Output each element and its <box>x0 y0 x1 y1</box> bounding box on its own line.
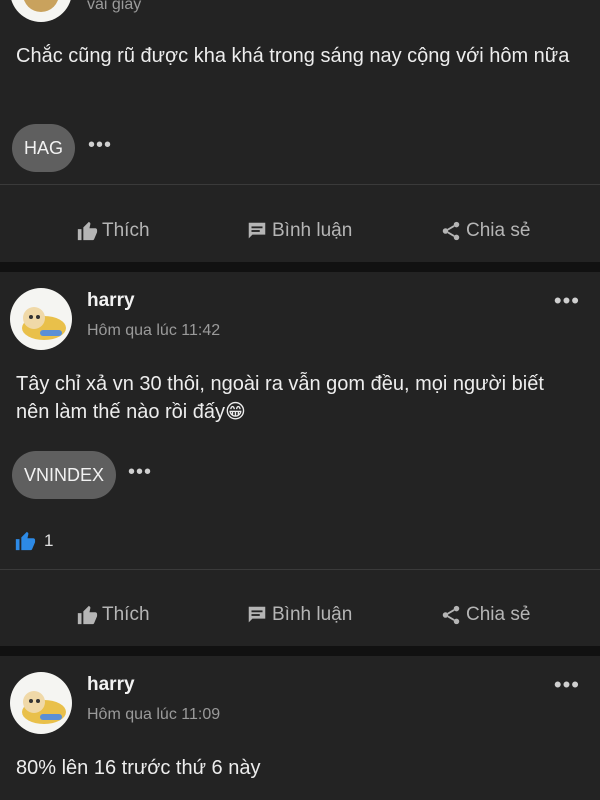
post-time: vài giây <box>87 0 142 13</box>
post-actions: Thích Bình luận Chia sẻ <box>0 590 600 640</box>
comment-label: Bình luận <box>272 220 353 241</box>
share-label: Chia sẻ <box>466 220 531 241</box>
share-label: Chia sẻ <box>466 604 531 625</box>
post-content: 80% lên 16 trước thứ 6 này <box>16 754 582 782</box>
thumbs-up-icon <box>77 605 98 625</box>
tag-more-button[interactable]: ••• <box>128 461 152 484</box>
comment-button[interactable]: Bình luận <box>246 590 352 640</box>
share-button[interactable]: Chia sẻ <box>440 590 530 640</box>
comment-label: Bình luận <box>272 604 353 625</box>
post-card-3: harry Hôm qua lúc 11:09 ••• 80% lên 16 t… <box>0 656 600 800</box>
blue-thumbs-up-icon <box>15 531 36 551</box>
like-label: Thích <box>102 220 150 241</box>
post-content: Tây chỉ xả vn 30 thôi, ngoài ra vẫn gom … <box>16 370 582 426</box>
divider <box>0 569 600 570</box>
avatar[interactable] <box>10 0 72 22</box>
post-time: Hôm qua lúc 11:42 <box>87 322 221 339</box>
post-card-2: harry Hôm qua lúc 11:42 ••• Tây chỉ xả v… <box>0 272 600 646</box>
post-text: Tây chỉ xả vn 30 thôi, ngoài ra vẫn gom … <box>16 373 544 423</box>
tag-more-button[interactable]: ••• <box>88 134 112 157</box>
author-name[interactable]: harry <box>87 290 135 312</box>
share-icon <box>442 221 460 241</box>
stock-tag-vnindex[interactable]: VNINDEX <box>12 451 117 499</box>
post-more-menu[interactable]: ••• <box>554 674 580 696</box>
post-separator <box>0 646 600 656</box>
post-separator <box>0 262 600 272</box>
post-more-menu[interactable]: ••• <box>554 290 580 312</box>
thumbs-up-icon <box>77 221 98 241</box>
avatar[interactable] <box>10 672 72 734</box>
share-button[interactable]: Chia sẻ <box>440 206 530 256</box>
avatar[interactable] <box>10 288 72 350</box>
comment-bubble-icon <box>248 606 266 623</box>
like-label: Thích <box>102 604 150 625</box>
stock-tag-hag[interactable]: HAG <box>12 124 76 172</box>
author-name[interactable]: harry <box>87 674 135 696</box>
comment-bubble-icon <box>248 222 266 239</box>
like-count: 1 <box>44 531 54 550</box>
divider <box>0 184 600 185</box>
grin-emoji: 😁 <box>225 401 246 423</box>
like-button[interactable]: Thích <box>76 590 150 640</box>
reaction-summary[interactable]: 1 <box>14 530 53 552</box>
post-time: Hôm qua lúc 11:09 <box>87 706 221 723</box>
post-text: 80% lên 16 trước thứ 6 này <box>16 757 261 779</box>
comment-button[interactable]: Bình luận <box>246 206 352 256</box>
share-icon <box>442 605 460 625</box>
post-content: Chắc cũng rũ được kha khá trong sáng nay… <box>16 42 582 70</box>
post-actions: Thích Bình luận Chia sẻ <box>0 206 600 256</box>
like-button[interactable]: Thích <box>76 206 150 256</box>
post-card-1: vài giây Chắc cũng rũ được kha khá trong… <box>0 0 600 262</box>
post-text: Chắc cũng rũ được kha khá trong sáng nay… <box>16 45 570 67</box>
